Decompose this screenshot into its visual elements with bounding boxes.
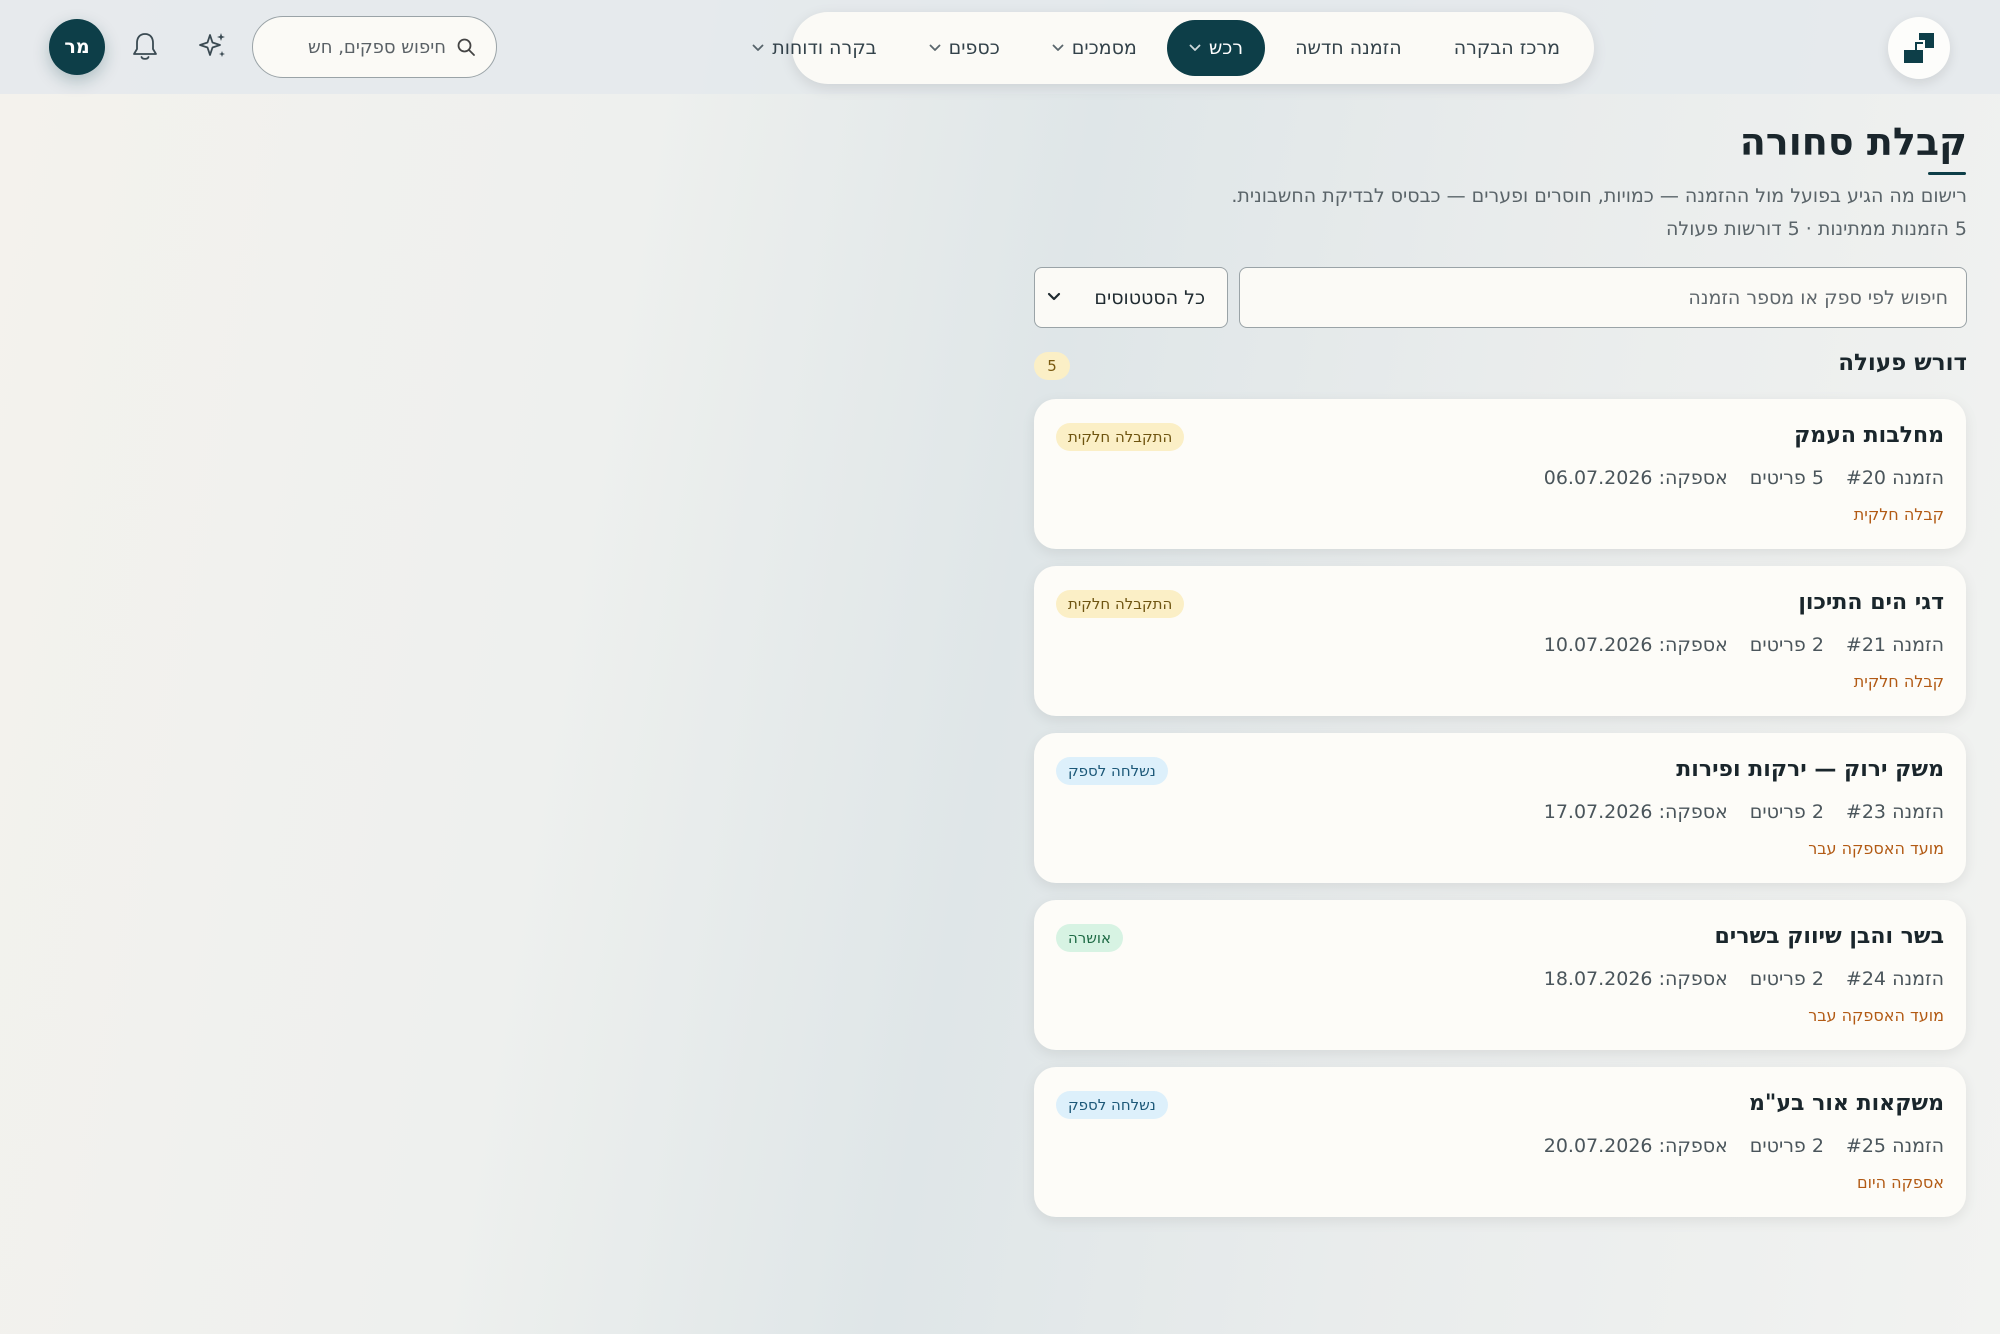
nav-item-label: בקרה ודוחות xyxy=(772,37,877,59)
order-meta: הזמנה #23 2 פריטים אספקה: 17.07.2026 xyxy=(1544,801,1944,823)
sparkle-icon xyxy=(199,33,225,57)
order-search-input[interactable] xyxy=(1258,286,1948,309)
supplier-name: בשר והבן שיווק בשרים xyxy=(1714,924,1944,949)
supplier-name: משק ירוק — ירקות ופירות xyxy=(1676,757,1944,782)
notifications-button[interactable] xyxy=(125,26,165,66)
top-bar: מרכז הבקרה הזמנה חדשה רכש מסמכים כספים בקרה ו… xyxy=(0,0,2000,94)
logo-icon xyxy=(1904,33,1934,63)
nav-item-label: רכש xyxy=(1208,37,1244,59)
status-badge: נשלחה לספק xyxy=(1056,1091,1168,1119)
nav-item-label: מסמכים xyxy=(1071,37,1137,59)
section-title: דורש פעולה xyxy=(1838,350,1967,376)
chevron-down-icon xyxy=(1189,41,1201,55)
nav-item[interactable]: מסמכים xyxy=(1030,20,1159,76)
search-icon xyxy=(457,38,475,56)
title-underline xyxy=(1928,172,1966,175)
supplier-name: דגי הים התיכון xyxy=(1798,590,1944,615)
order-note: אספקה היום xyxy=(1857,1173,1944,1192)
order-meta: הזמנה #21 2 פריטים אספקה: 10.07.2026 xyxy=(1544,634,1944,656)
status-badge: אושרה xyxy=(1056,924,1124,952)
item-count: 2 פריטים xyxy=(1749,801,1824,823)
status-filter-select[interactable]: כל הסטטוסים xyxy=(1034,267,1228,328)
order-meta: הזמנה #25 2 פריטים אספקה: 20.07.2026 xyxy=(1544,1135,1944,1157)
order-number: הזמנה #24 xyxy=(1845,968,1944,990)
status-badge: נשלחה לספק xyxy=(1056,757,1168,785)
chevron-down-icon xyxy=(752,41,764,55)
global-search-input[interactable] xyxy=(286,36,446,58)
order-note: קבלה חלקית xyxy=(1853,505,1944,524)
chevron-down-icon xyxy=(1052,41,1064,55)
delivery-date: אספקה: 10.07.2026 xyxy=(1543,634,1728,656)
item-count: 2 פריטים xyxy=(1749,1135,1824,1157)
order-list: מחלבות העמק הזמנה #20 5 פריטים אספקה: 06.07… xyxy=(1034,399,1966,1234)
nav-item[interactable]: בקרה ודוחות xyxy=(730,20,898,76)
item-count: 2 פריטים xyxy=(1749,634,1824,656)
order-meta: הזמנה #20 5 פריטים אספקה: 06.07.2026 xyxy=(1544,467,1944,489)
order-card[interactable]: דגי הים התיכון הזמנה #21 2 פריטים אספקה: 10… xyxy=(1034,566,1966,716)
order-note: מועד האספקה עבר xyxy=(1808,1006,1944,1025)
chevron-down-icon xyxy=(929,41,941,55)
bell-icon xyxy=(133,33,157,60)
order-search[interactable] xyxy=(1239,267,1967,328)
delivery-date: אספקה: 20.07.2026 xyxy=(1543,1135,1728,1157)
global-search[interactable] xyxy=(252,16,497,78)
user-avatar[interactable]: מר xyxy=(49,19,105,75)
order-number: הזמנה #21 xyxy=(1845,634,1944,656)
chevron-down-icon xyxy=(1047,290,1061,306)
main-nav: מרכז הבקרה הזמנה חדשה רכש מסמכים כספים בקרה ו… xyxy=(752,12,1594,84)
page-subtitle: רישום מה הגיע בפועל מול ההזמנה — כמויות,… xyxy=(1231,185,1967,207)
ai-assistant-button[interactable] xyxy=(193,26,233,66)
nav-item-label: מרכז הבקרה xyxy=(1453,37,1560,59)
nav-item-label: הזמנה חדשה xyxy=(1295,37,1402,59)
order-card[interactable]: מחלבות העמק הזמנה #20 5 פריטים אספקה: 06.07… xyxy=(1034,399,1966,549)
item-count: 5 פריטים xyxy=(1749,467,1824,489)
order-card[interactable]: משק ירוק — ירקות ופירות הזמנה #23 2 פריטים… xyxy=(1034,733,1966,883)
supplier-name: משקאות אור בע"מ xyxy=(1749,1091,1944,1116)
order-card[interactable]: משקאות אור בע"מ הזמנה #25 2 פריטים אספקה: 2… xyxy=(1034,1067,1966,1217)
nav-item[interactable]: הזמנה חדשה xyxy=(1273,20,1424,76)
count-badge: 5 xyxy=(1034,352,1070,380)
status-filter-value: כל הסטטוסים xyxy=(1094,286,1205,309)
delivery-date: אספקה: 18.07.2026 xyxy=(1543,968,1728,990)
nav-item[interactable]: כספים xyxy=(907,20,1022,76)
order-note: מועד האספקה עבר xyxy=(1808,839,1944,858)
nav-item[interactable]: מרכז הבקרה xyxy=(1432,20,1582,76)
logo[interactable] xyxy=(1888,17,1950,79)
nav-item[interactable]: רכש xyxy=(1166,20,1266,76)
nav-item-label: כספים xyxy=(948,37,1000,59)
order-meta: הזמנה #24 2 פריטים אספקה: 18.07.2026 xyxy=(1544,968,1944,990)
item-count: 2 פריטים xyxy=(1749,968,1824,990)
order-number: הזמנה #20 xyxy=(1845,467,1944,489)
order-card[interactable]: בשר והבן שיווק בשרים הזמנה #24 2 פריטים אספ… xyxy=(1034,900,1966,1050)
status-badge: התקבלה חלקית xyxy=(1056,590,1185,618)
status-badge: התקבלה חלקית xyxy=(1056,423,1185,451)
page-stats: 5 הזמנות ממתינות · 5 דורשות פעולה xyxy=(1665,218,1967,240)
supplier-name: מחלבות העמק xyxy=(1794,423,1944,448)
delivery-date: אספקה: 17.07.2026 xyxy=(1543,801,1728,823)
order-note: קבלה חלקית xyxy=(1853,672,1944,691)
order-number: הזמנה #23 xyxy=(1845,801,1944,823)
order-number: הזמנה #25 xyxy=(1845,1135,1944,1157)
page-title: קבלת סחורה xyxy=(1739,120,1967,164)
delivery-date: אספקה: 06.07.2026 xyxy=(1543,467,1728,489)
